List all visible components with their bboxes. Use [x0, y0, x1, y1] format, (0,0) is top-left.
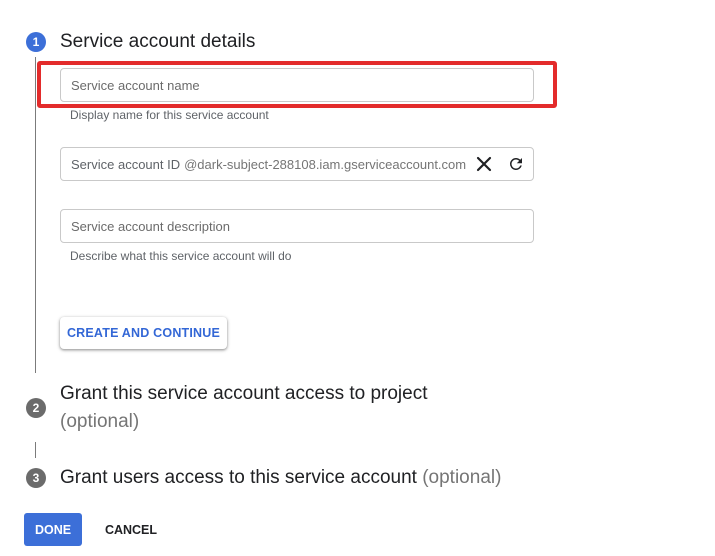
step-3-heading: Grant users access to this service accou…	[60, 467, 501, 489]
service-account-name-input[interactable]	[71, 77, 533, 93]
close-icon[interactable]	[474, 154, 494, 174]
service-account-id-field[interactable]: Service account ID @dark-subject-288108.…	[60, 147, 534, 181]
refresh-icon[interactable]	[506, 154, 526, 174]
done-button[interactable]: DONE	[24, 513, 82, 546]
step-3-number: 3	[26, 468, 46, 488]
service-account-name-field[interactable]	[60, 68, 534, 102]
step-1-title: Service account details	[60, 31, 256, 52]
step-1-number: 1	[26, 32, 46, 52]
service-account-id-suffix: @dark-subject-288108.iam.gserviceaccount…	[184, 156, 467, 172]
create-and-continue-button[interactable]: CREATE AND CONTINUE	[60, 317, 227, 349]
service-account-id-label: Service account ID	[71, 156, 181, 172]
service-account-name-hint: Display name for this service account	[70, 108, 269, 122]
service-account-description-field[interactable]	[60, 209, 534, 243]
step-2-optional: (optional)	[60, 411, 140, 432]
service-account-description-input[interactable]	[71, 218, 533, 234]
step-3-title: Grant users access to this service accou…	[60, 467, 417, 488]
step-connector-1	[35, 57, 36, 373]
step-2-title: Grant this service account access to pro…	[60, 383, 428, 404]
step-connector-2	[35, 442, 36, 458]
step-2-number: 2	[26, 398, 46, 418]
step-3-optional: (optional)	[422, 467, 502, 488]
service-account-description-hint: Describe what this service account will …	[70, 249, 292, 263]
cancel-button[interactable]: CANCEL	[100, 513, 162, 546]
